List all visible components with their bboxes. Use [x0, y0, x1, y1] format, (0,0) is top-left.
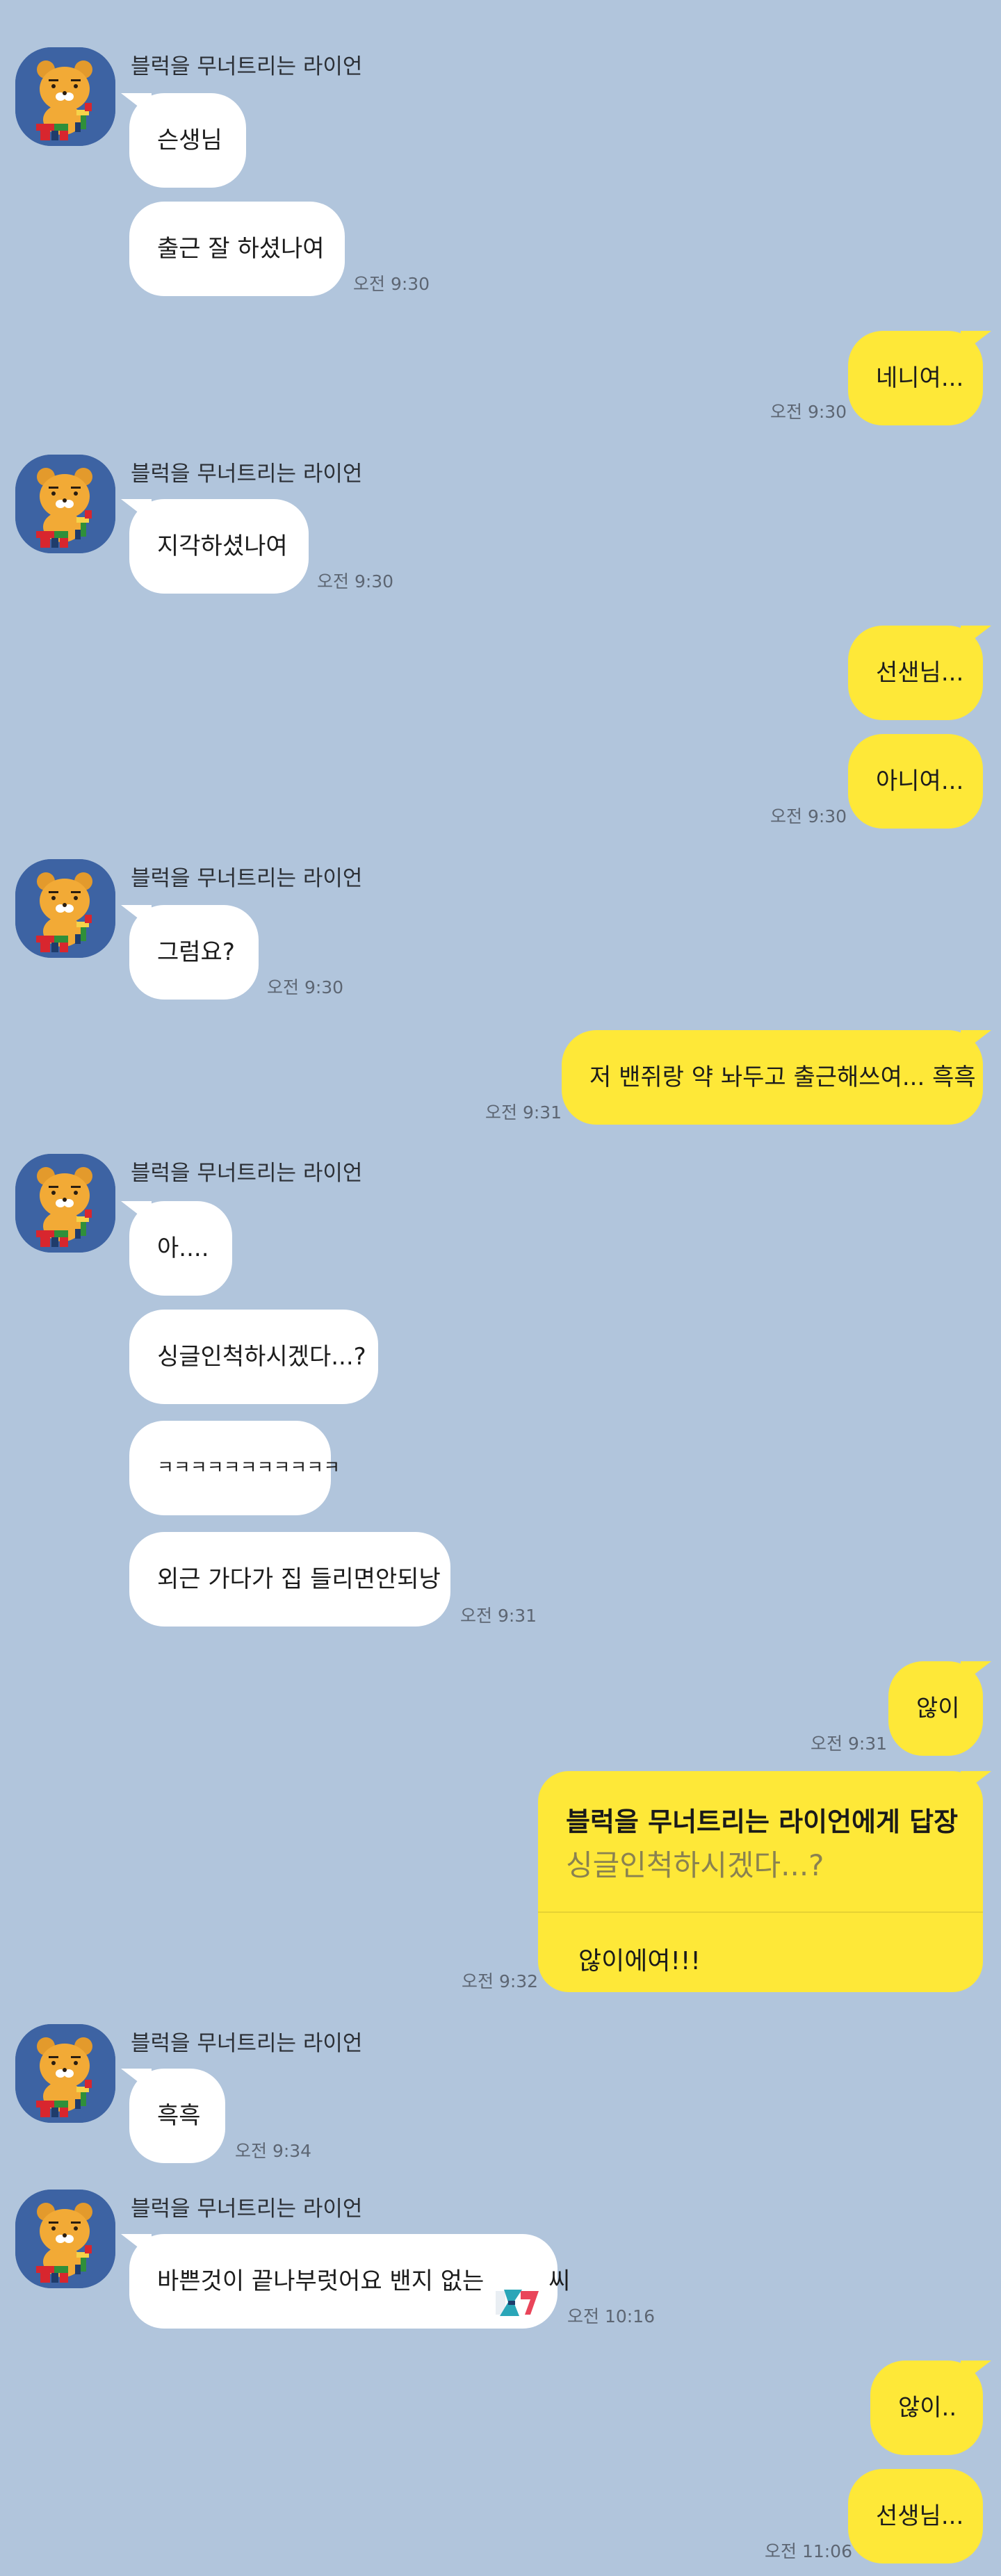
message-bubble[interactable]: 흑흑	[129, 2069, 225, 2163]
message-time: 오전 9:32	[462, 1971, 539, 1991]
my-message-bubble[interactable]: 저 밴쥐랑 약 놔두고 출근해쓰여... 흑흑	[562, 1030, 983, 1125]
message-text-suffix: 씨	[548, 2267, 571, 2295]
message-time: 오전 9:30	[770, 402, 847, 422]
reply-divider	[538, 1911, 983, 1913]
ryan-avatar-icon[interactable]	[15, 1154, 115, 1253]
reply-target: 블럭을 무너트리는 라이언에게 답장	[566, 1807, 959, 1837]
message-bubble[interactable]: 지각하셨나여	[129, 499, 309, 594]
message-time: 오전 9:31	[460, 1606, 537, 1626]
ryan-avatar-icon[interactable]	[15, 2024, 115, 2123]
message-bubble[interactable]: 싱글인척하시겠다...?	[129, 1310, 378, 1404]
message-time: 오전 9:30	[317, 571, 394, 592]
message-time: 오전 9:31	[485, 1102, 562, 1123]
message-time: 오전 9:31	[811, 1734, 888, 1754]
reply-body-text: 않이에여!!!	[578, 1947, 701, 1975]
ryan-avatar-icon[interactable]	[15, 47, 115, 146]
sender-name: 블럭을 무너트리는 라이언	[131, 2031, 363, 2056]
my-message-bubble[interactable]: 선샌님...	[848, 626, 983, 720]
my-message-bubble[interactable]: 않이..	[870, 2361, 983, 2455]
my-message-bubble[interactable]: 않이	[888, 1661, 983, 1756]
emoticon-icon	[494, 2264, 547, 2316]
message-text: 바쁜것이 끝나부럿어요 밴지 없는	[157, 2267, 492, 2295]
message-bubble[interactable]: 출근 잘 하셨나여	[129, 202, 345, 296]
ryan-avatar-icon[interactable]	[15, 455, 115, 553]
message-bubble[interactable]: 바쁜것이 끝나부럿어요 밴지 없는 씨	[129, 2234, 570, 2329]
my-message-bubble[interactable]: 아니여...	[848, 734, 983, 829]
ryan-avatar-icon[interactable]	[15, 2190, 115, 2288]
reply-message-card[interactable]: 블럭을 무너트리는 라이언에게 답장 싱글인척하시겠다...? 않이에여!!!	[538, 1771, 983, 1992]
ryan-avatar-icon[interactable]	[15, 859, 115, 958]
sender-name: 블럭을 무너트리는 라이언	[131, 866, 363, 891]
message-time: 오전 9:30	[353, 274, 430, 294]
sender-name: 블럭을 무너트리는 라이언	[131, 1161, 363, 1186]
message-time: 오전 9:30	[267, 977, 344, 997]
message-time: 오전 10:16	[567, 2306, 655, 2326]
sender-name: 블럭을 무너트리는 라이언	[131, 2196, 363, 2222]
message-bubble[interactable]: 슨생님	[129, 93, 246, 188]
message-bubble[interactable]: 외근 가다가 집 들리면안되낭	[129, 1532, 450, 1627]
sender-name: 블럭을 무너트리는 라이언	[131, 462, 363, 487]
message-bubble[interactable]: 아....	[129, 1201, 232, 1296]
message-bubble[interactable]: 그럼요?	[129, 905, 259, 1000]
reply-quoted-text[interactable]: 싱글인척하시겠다...?	[566, 1842, 824, 1884]
message-time: 오전 11:06	[765, 2541, 852, 2561]
message-time: 오전 9:34	[235, 2141, 312, 2161]
sender-name: 블럭을 무너트리는 라이언	[131, 54, 363, 79]
message-time: 오전 9:30	[770, 806, 847, 826]
my-message-bubble[interactable]: 네니여...	[848, 331, 983, 425]
my-message-bubble[interactable]: 선생님...	[848, 2469, 983, 2563]
message-bubble[interactable]: ㅋㅋㅋㅋㅋㅋㅋㅋㅋㅋㅋ	[129, 1421, 340, 1515]
